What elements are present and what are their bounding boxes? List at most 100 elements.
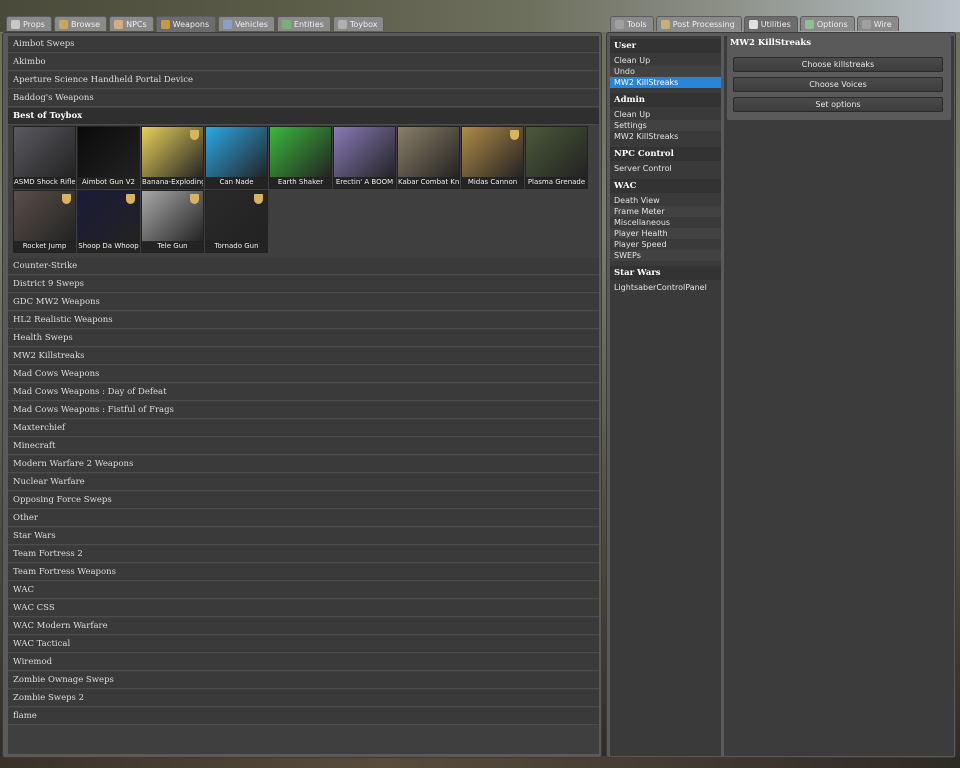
weapon-item[interactable]: Tornado Gun xyxy=(205,190,268,253)
category-row[interactable]: Modern Warfare 2 Weapons xyxy=(8,456,599,473)
menu-item-clean-up[interactable]: Clean Up xyxy=(610,55,721,66)
choose-voices-button[interactable]: Choose Voices xyxy=(733,77,943,92)
menu-item-settings[interactable]: Settings xyxy=(610,120,721,131)
admin-shield-icon xyxy=(126,194,135,204)
category-row[interactable]: Mad Cows Weapons xyxy=(8,366,599,383)
weapon-item[interactable]: Banana-Exploding-... xyxy=(141,126,204,189)
section-header-wac: WAC xyxy=(610,179,721,193)
tab-post-processing[interactable]: Post Processing xyxy=(655,16,742,31)
tab-tools[interactable]: Tools xyxy=(610,16,654,31)
weapon-label: Earth Shaker xyxy=(270,177,331,188)
menu-item-sweps[interactable]: SWEPs xyxy=(610,250,721,261)
weapon-item[interactable]: Rocket Jump xyxy=(13,190,76,253)
menu-item-undo[interactable]: Undo xyxy=(610,66,721,77)
category-row[interactable]: Opposing Force Sweps xyxy=(8,492,599,509)
category-row[interactable]: Minecraft xyxy=(8,438,599,455)
weapons-panel: Aimbot Sweps Akimbo Aperture Science Handh… xyxy=(2,32,602,758)
menu-item-death-view[interactable]: Death View xyxy=(610,195,721,206)
car-icon xyxy=(223,19,233,29)
weapon-item[interactable]: Erectin' A BOOM xyxy=(333,126,396,189)
tab-label: Vehicles xyxy=(235,19,268,29)
category-row[interactable]: Other xyxy=(8,510,599,527)
menu-item-lightsabercontrolpanel[interactable]: LightsaberControlPanel xyxy=(610,282,721,293)
tab-npcs[interactable]: NPCs xyxy=(109,16,154,31)
category-row[interactable]: Star Wars xyxy=(8,528,599,545)
category-row[interactable]: Wiremod xyxy=(8,654,599,671)
category-row[interactable]: Zombie Ownage Sweps xyxy=(8,672,599,689)
menu-item-player-health[interactable]: Player Health xyxy=(610,228,721,239)
menu-item-player-speed[interactable]: Player Speed xyxy=(610,239,721,250)
category-row[interactable]: Akimbo xyxy=(8,54,599,71)
menu-item-miscellaneous[interactable]: Miscellaneous xyxy=(610,217,721,228)
category-row[interactable]: Team Fortress 2 xyxy=(8,546,599,563)
options-panel-title: MW2 KillStreaks xyxy=(730,38,812,48)
category-row[interactable]: WAC xyxy=(8,582,599,599)
weapon-label: Erectin' A BOOM xyxy=(334,177,395,188)
tab-utilities[interactable]: Utilities xyxy=(743,16,798,32)
weapon-thumbnail xyxy=(206,127,267,178)
weapon-label: Tele Gun xyxy=(142,241,203,252)
category-row[interactable]: GDC MW2 Weapons xyxy=(8,294,599,311)
tab-toybox[interactable]: Toybox xyxy=(332,16,385,31)
weapon-item[interactable]: Tele Gun xyxy=(141,190,204,253)
tab-label: NPCs xyxy=(126,19,147,29)
category-row[interactable]: WAC Modern Warfare xyxy=(8,618,599,635)
category-row[interactable]: HL2 Realistic Weapons xyxy=(8,312,599,329)
weapon-item[interactable]: Midas Cannon xyxy=(461,126,524,189)
tab-label: Entities xyxy=(293,19,324,29)
spawn-menu-tabbar: Props Browse NPCs Weapons Vehicles Entities To… xyxy=(6,16,386,32)
bomb-icon xyxy=(160,20,170,29)
menu-item-mw2-killstreaks[interactable]: MW2 KillStreaks xyxy=(610,131,721,142)
tab-label: Weapons xyxy=(172,20,210,29)
category-row[interactable]: Aperture Science Handheld Portal Device xyxy=(8,72,599,89)
tab-vehicles[interactable]: Vehicles xyxy=(218,16,275,31)
weapons-category-list[interactable]: Aimbot Sweps Akimbo Aperture Science Handh… xyxy=(8,36,599,754)
set-options-button[interactable]: Set options xyxy=(733,97,943,112)
weapon-thumbnail xyxy=(270,127,331,178)
category-row[interactable]: Mad Cows Weapons : Day of Defeat xyxy=(8,384,599,401)
tab-browse[interactable]: Browse xyxy=(53,16,108,31)
category-row[interactable]: Counter-Strike xyxy=(8,258,599,275)
menu-item-mw2-killstreaks[interactable]: MW2 KillStreaks xyxy=(610,77,721,88)
category-row[interactable]: District 9 Sweps xyxy=(8,276,599,293)
category-row[interactable]: Baddog's Weapons xyxy=(8,90,599,107)
menu-item-frame-meter[interactable]: Frame Meter xyxy=(610,206,721,217)
weapon-item[interactable]: Plasma Grenade xyxy=(525,126,588,189)
wire-icon xyxy=(861,19,871,29)
category-row-expanded[interactable]: Best of Toybox xyxy=(8,108,599,125)
tab-props[interactable]: Props xyxy=(6,16,52,31)
category-row[interactable]: Health Sweps xyxy=(8,330,599,347)
category-row[interactable]: Mad Cows Weapons : Fistful of Frags xyxy=(8,402,599,419)
menu-item-server-control[interactable]: Server Control xyxy=(610,163,721,174)
options-icon xyxy=(804,19,814,29)
weapon-item[interactable]: Shoop Da Whoop xyxy=(77,190,140,253)
category-row[interactable]: Nuclear Warfare xyxy=(8,474,599,491)
category-row[interactable]: Maxterchief xyxy=(8,420,599,437)
category-row[interactable]: Team Fortress Weapons xyxy=(8,564,599,581)
category-row[interactable]: WAC Tactical xyxy=(8,636,599,653)
tab-options[interactable]: Options xyxy=(799,16,855,31)
weapon-item[interactable]: Can Nade xyxy=(205,126,268,189)
weapon-label: Tornado Gun xyxy=(206,241,267,252)
section-header-npc-control: NPC Control xyxy=(610,147,721,161)
tab-wire[interactable]: Wire xyxy=(856,16,899,31)
tab-entities[interactable]: Entities xyxy=(276,16,331,31)
menu-item-clean-up[interactable]: Clean Up xyxy=(610,109,721,120)
category-row[interactable]: Zombie Sweps 2 xyxy=(8,690,599,707)
admin-shield-icon xyxy=(190,194,199,204)
weapon-item[interactable]: Aimbot Gun V2 xyxy=(77,126,140,189)
category-row[interactable]: WAC CSS xyxy=(8,600,599,617)
category-row[interactable]: flame xyxy=(8,708,599,725)
weapon-item[interactable]: ASMD Shock Rifle xyxy=(13,126,76,189)
page-icon xyxy=(748,20,758,29)
choose-killstreaks-button[interactable]: Choose killstreaks xyxy=(733,57,943,72)
weapon-label: Can Nade xyxy=(206,177,267,188)
tab-weapons[interactable]: Weapons xyxy=(155,16,217,32)
tab-label: Utilities xyxy=(760,20,791,29)
category-row[interactable]: Aimbot Sweps xyxy=(8,36,599,53)
weapon-thumbnail xyxy=(526,127,587,178)
weapon-item[interactable]: Earth Shaker xyxy=(269,126,332,189)
weapon-item[interactable]: Kabar Combat Knife xyxy=(397,126,460,189)
weapon-label: Midas Cannon xyxy=(462,177,523,188)
category-row[interactable]: MW2 Killstreaks xyxy=(8,348,599,365)
